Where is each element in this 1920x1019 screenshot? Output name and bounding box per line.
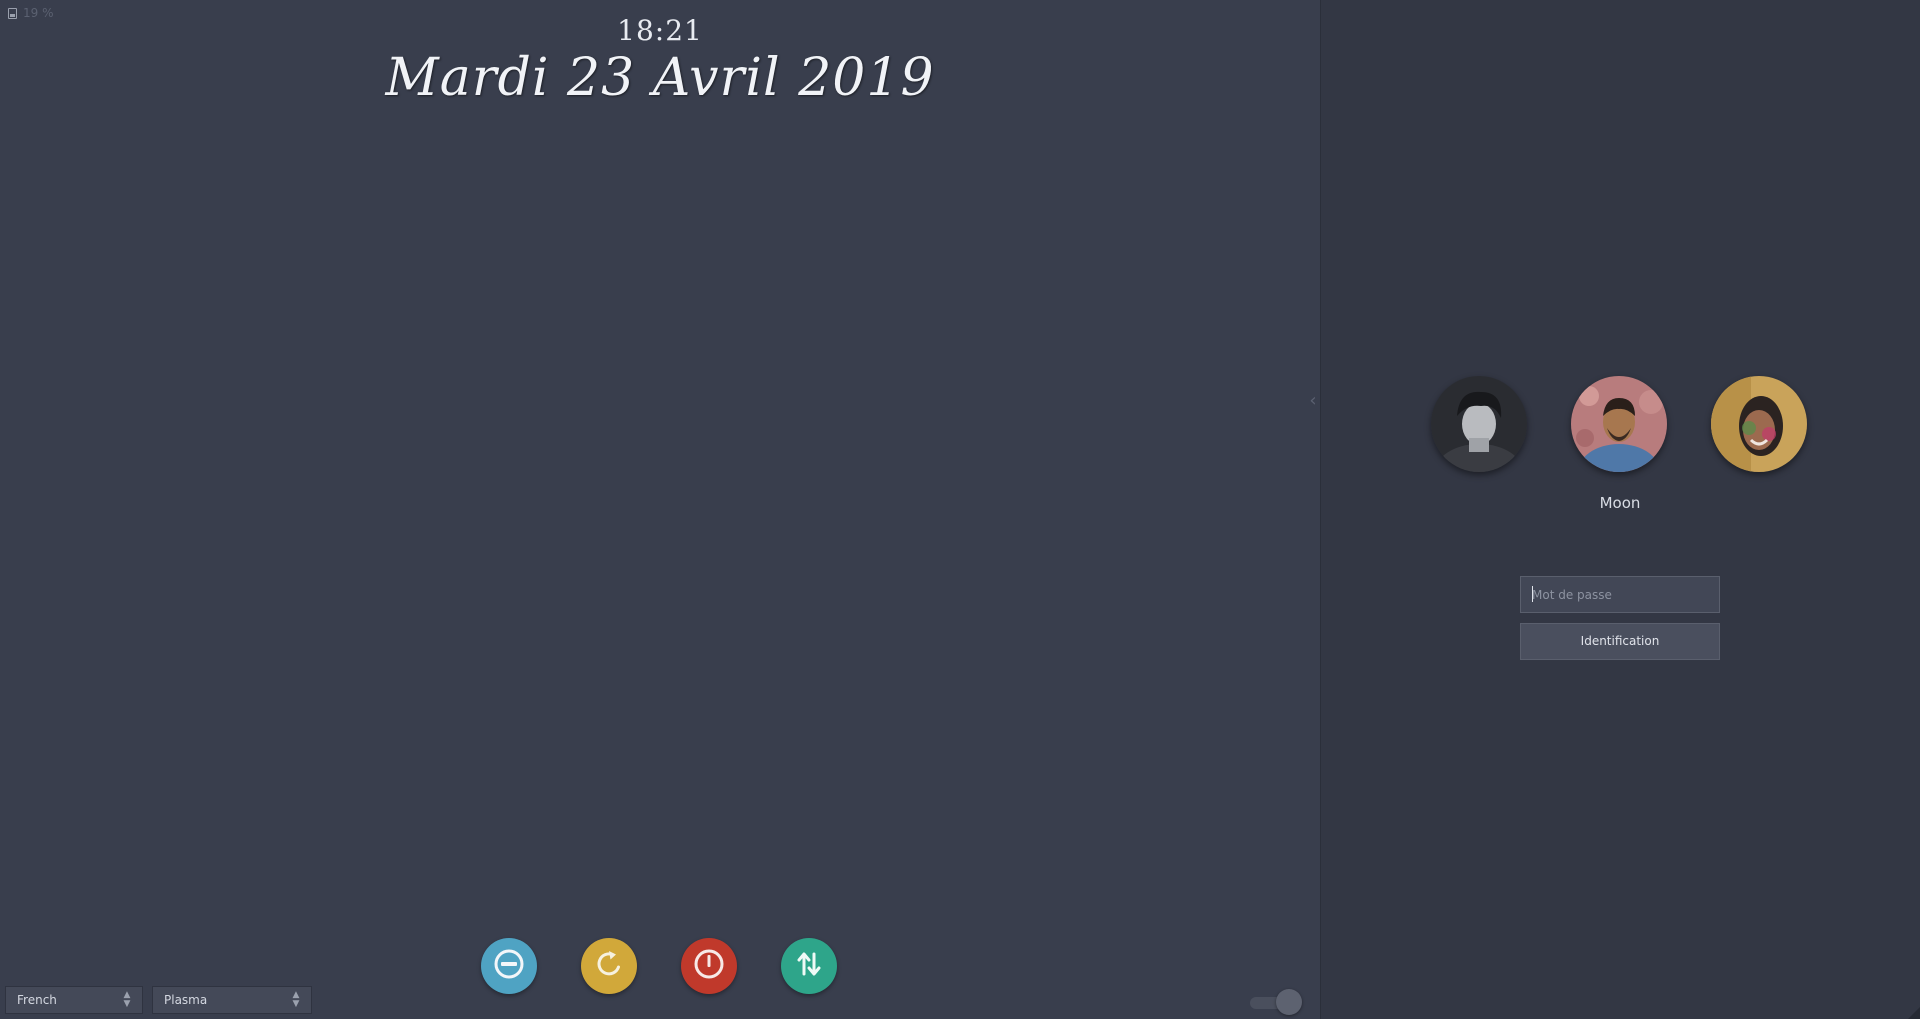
session-select[interactable]: Plasma ▲ ▼ [152,986,312,1014]
suspend-icon [491,946,527,986]
panel-toggle[interactable] [1248,989,1304,1015]
battery-icon [8,7,17,19]
login-button[interactable]: Identification [1520,623,1720,660]
session-value: Plasma [164,993,208,1007]
toggle-knob [1276,989,1302,1015]
battery-indicator: 19 % [8,6,54,20]
user-avatar-1[interactable] [1431,376,1527,472]
keyboard-layout-value: French [17,993,57,1007]
reboot-icon [591,946,627,986]
text-caret [1532,586,1533,602]
battery-percent: 19 % [23,6,54,20]
switch-icon [791,946,827,986]
user-avatar-3[interactable] [1711,376,1807,472]
clock-panel: 19 % 18:21 Mardi 23 Avril 2019 ‹ French … [0,0,1320,1019]
updown-arrows-icon: ▲ ▼ [123,990,131,1009]
resize-corner [1908,1007,1920,1019]
collapse-chevron-icon[interactable]: ‹ [1306,389,1320,413]
password-input[interactable] [1520,576,1720,613]
suspend-button[interactable] [481,938,537,994]
keyboard-layout-select[interactable]: French ▲ ▼ [5,986,143,1014]
power-icon [691,946,727,986]
selected-user-name: Moon [1599,494,1641,512]
clock-date: Mardi 23 Avril 2019 [385,48,935,108]
clock-time: 18:21 [617,14,703,47]
user-avatar-2[interactable] [1571,376,1667,472]
switch-user-button[interactable] [781,938,837,994]
shutdown-button[interactable] [681,938,737,994]
updown-arrows-icon: ▲ ▼ [292,990,300,1009]
reboot-button[interactable] [581,938,637,994]
